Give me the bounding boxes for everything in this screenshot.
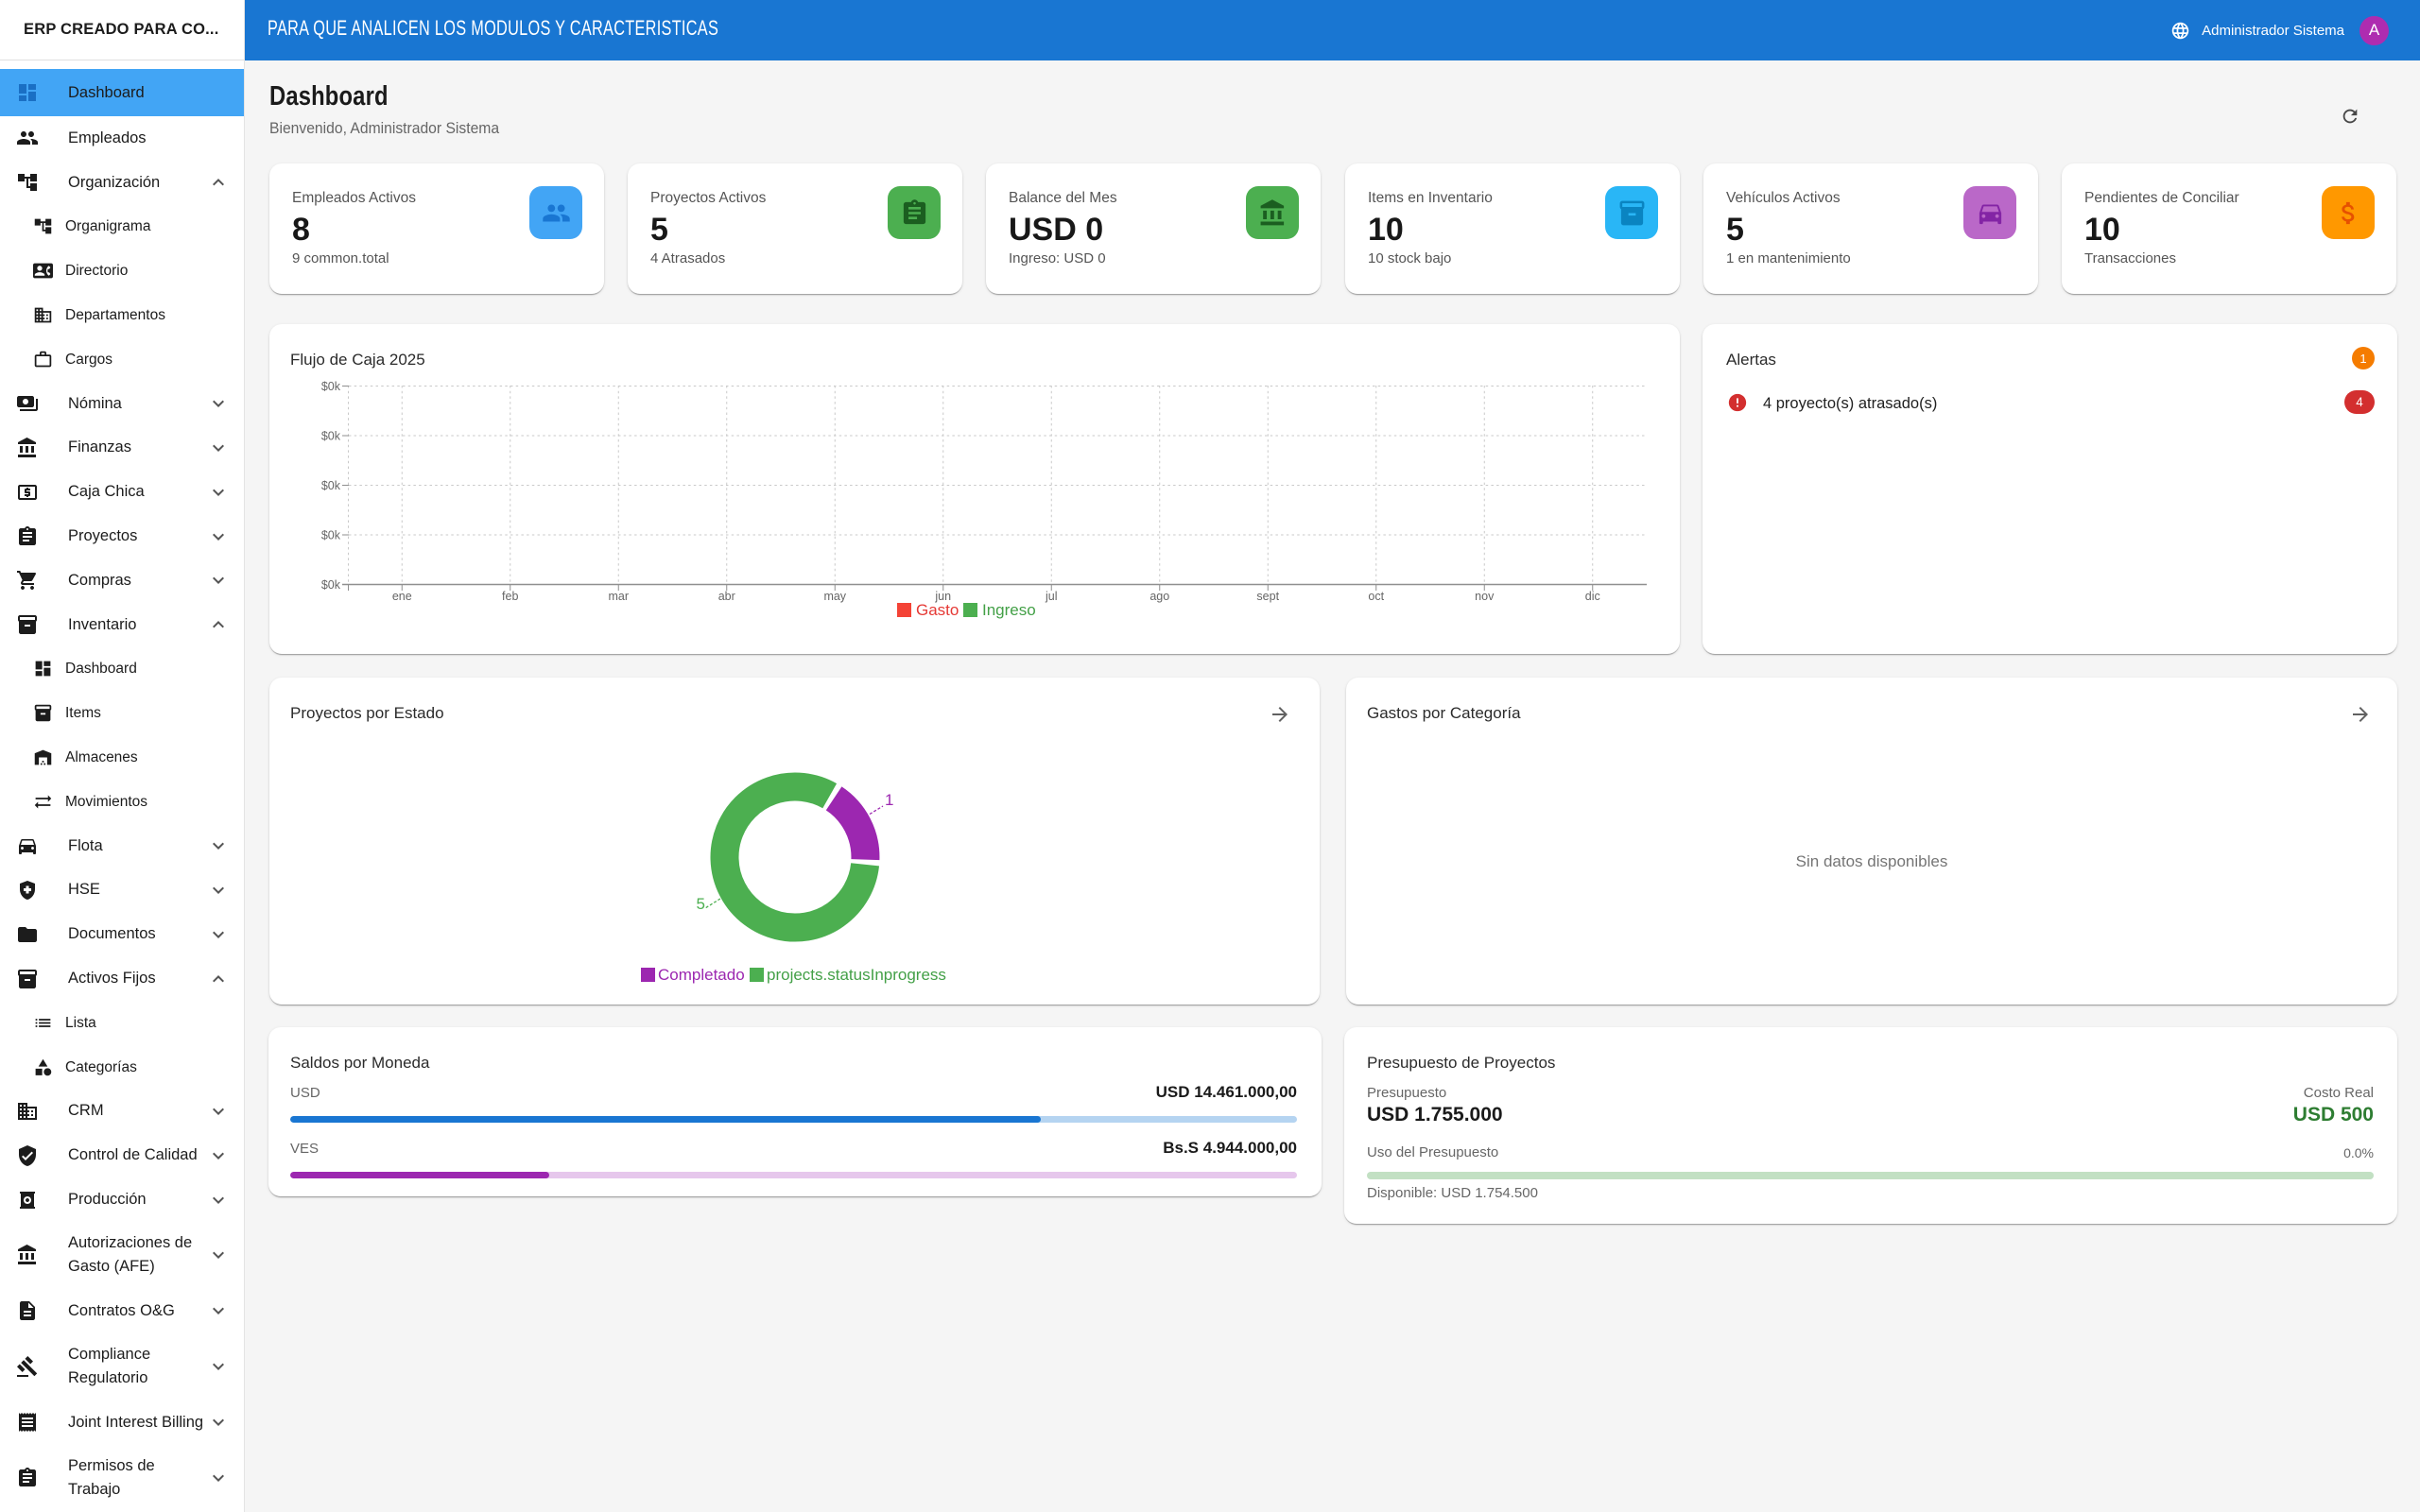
svg-text:Completado: Completado <box>658 966 745 984</box>
svg-text:ene: ene <box>392 590 412 603</box>
svg-text:projects.statusInprogress: projects.statusInprogress <box>767 966 946 984</box>
svg-text:may: may <box>823 590 846 603</box>
svg-text:Ingreso: Ingreso <box>982 601 1036 619</box>
svg-text:ago: ago <box>1150 590 1169 603</box>
svg-text:1: 1 <box>885 791 893 809</box>
svg-text:$0k: $0k <box>321 430 341 443</box>
svg-text:$0k: $0k <box>321 578 341 592</box>
svg-text:5: 5 <box>697 895 705 913</box>
svg-text:mar: mar <box>608 590 629 603</box>
svg-text:feb: feb <box>502 590 518 603</box>
svg-text:$0k: $0k <box>321 529 341 542</box>
svg-text:jul: jul <box>1045 590 1058 603</box>
svg-text:oct: oct <box>1368 590 1384 603</box>
svg-text:$0k: $0k <box>321 479 341 492</box>
svg-text:$0k: $0k <box>321 380 341 393</box>
svg-text:sept: sept <box>1256 590 1279 603</box>
svg-text:dic: dic <box>1585 590 1600 603</box>
svg-text:abr: abr <box>718 590 735 603</box>
svg-text:Gasto: Gasto <box>916 601 959 619</box>
svg-text:nov: nov <box>1475 590 1495 603</box>
